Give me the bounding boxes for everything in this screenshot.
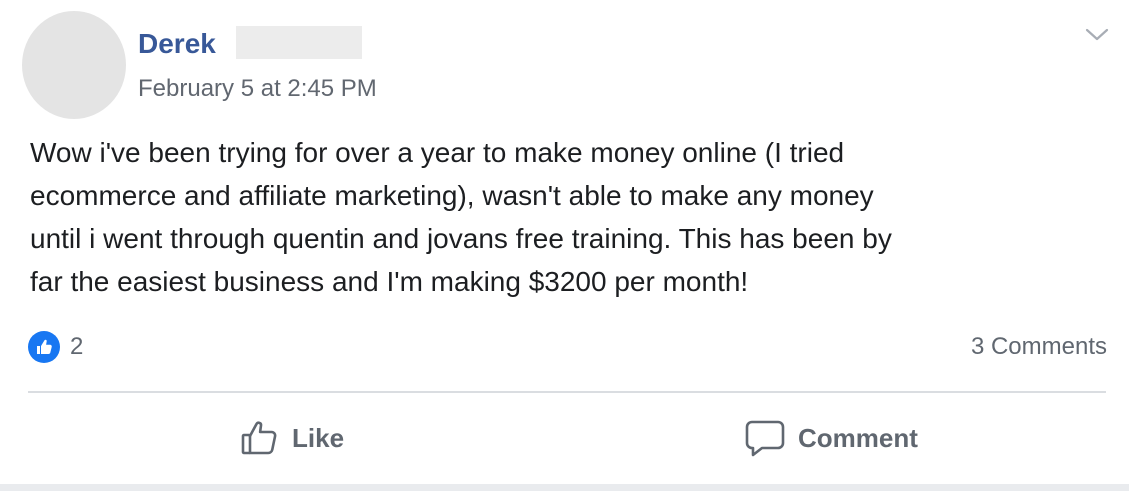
divider [28,391,1106,393]
reactions-summary[interactable]: 2 [28,331,83,363]
comment-bubble-icon [744,418,786,458]
post-text-line: far the easiest business and I'm making … [30,266,749,297]
post-text-line: until i went through quentin and jovans … [30,223,892,254]
comment-button[interactable]: Comment [744,414,918,462]
like-button-label: Like [292,422,345,453]
thumbs-up-icon [28,331,60,363]
like-count: 2 [70,333,84,360]
post-text: Wow i've been trying for over a year to … [30,131,1110,303]
author-name[interactable]: Derek [138,26,216,62]
comment-button-label: Comment [798,422,918,453]
like-button[interactable]: Like [240,414,344,462]
post-timestamp[interactable]: February 5 at 2:45 PM [138,73,377,105]
post-bottom-border [0,484,1129,491]
facebook-post: Derek February 5 at 2:45 PM Wow i've bee… [0,0,1129,491]
post-text-line: Wow i've been trying for over a year to … [30,137,845,168]
comments-count-link[interactable]: 3 Comments [971,331,1107,363]
post-text-line: ecommerce and affiliate marketing), wasn… [30,180,874,211]
post-options-chevron-icon[interactable] [1084,24,1110,46]
thumbs-up-outline-icon [240,418,280,458]
avatar[interactable] [22,11,126,119]
redacted-last-name [236,26,362,59]
